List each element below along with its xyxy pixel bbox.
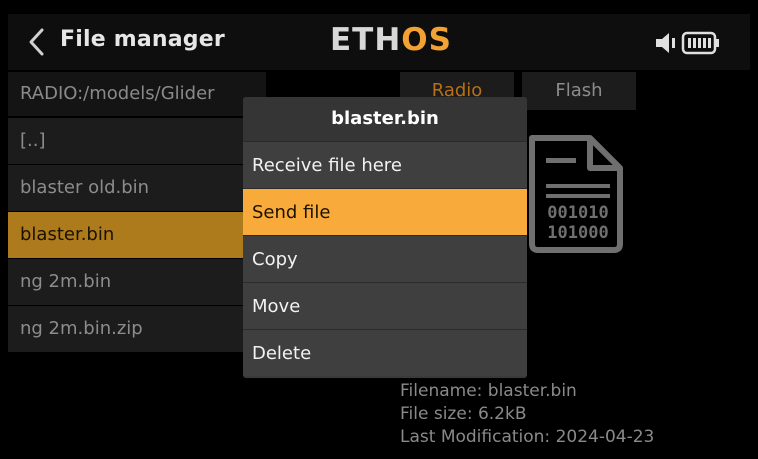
logo-text-eth: ETH bbox=[330, 22, 402, 58]
battery-icon bbox=[681, 31, 719, 55]
file-info: Filename: blaster.bin File size: 6.2kB L… bbox=[400, 380, 654, 449]
menu-item-delete[interactable]: Delete bbox=[243, 329, 527, 376]
info-modified: Last Modification: 2024-04-23 bbox=[400, 427, 655, 447]
file-row-selected[interactable]: blaster.bin bbox=[8, 212, 266, 259]
file-row[interactable]: ng 2m.bin.zip bbox=[8, 306, 266, 353]
file-row[interactable]: ng 2m.bin bbox=[8, 259, 266, 306]
menu-item-move[interactable]: Move bbox=[243, 282, 527, 329]
chevron-left-icon bbox=[29, 28, 44, 56]
menu-item-receive-file[interactable]: Receive file here bbox=[243, 141, 527, 188]
header-bar: File manager ETHOS bbox=[8, 14, 750, 70]
svg-text:001010: 001010 bbox=[547, 203, 608, 223]
logo-text-os: OS bbox=[401, 22, 452, 58]
file-list: [..] blaster old.bin blaster.bin ng 2m.b… bbox=[8, 118, 266, 353]
back-button[interactable] bbox=[22, 26, 54, 58]
tab-flash[interactable]: Flash bbox=[522, 72, 636, 110]
menu-item-copy[interactable]: Copy bbox=[243, 235, 527, 282]
context-menu: blaster.bin Receive file here Send file … bbox=[243, 97, 527, 378]
info-filesize: File size: 6.2kB bbox=[400, 404, 527, 424]
speaker-icon[interactable] bbox=[654, 32, 678, 54]
screen: File manager ETHOS RADIO:/models/Glider … bbox=[0, 0, 758, 459]
file-row[interactable]: blaster old.bin bbox=[8, 165, 266, 212]
file-row-parent[interactable]: [..] bbox=[8, 118, 266, 165]
page-title: File manager bbox=[60, 27, 225, 52]
ethos-logo: ETHOS bbox=[330, 22, 452, 58]
svg-text:101000: 101000 bbox=[547, 223, 608, 243]
menu-title: blaster.bin bbox=[243, 97, 527, 141]
info-filename: Filename: blaster.bin bbox=[400, 381, 577, 401]
current-path: RADIO:/models/Glider bbox=[8, 72, 266, 116]
binary-file-icon: 001010 101000 bbox=[529, 135, 623, 253]
menu-item-send-file[interactable]: Send file bbox=[243, 188, 527, 235]
